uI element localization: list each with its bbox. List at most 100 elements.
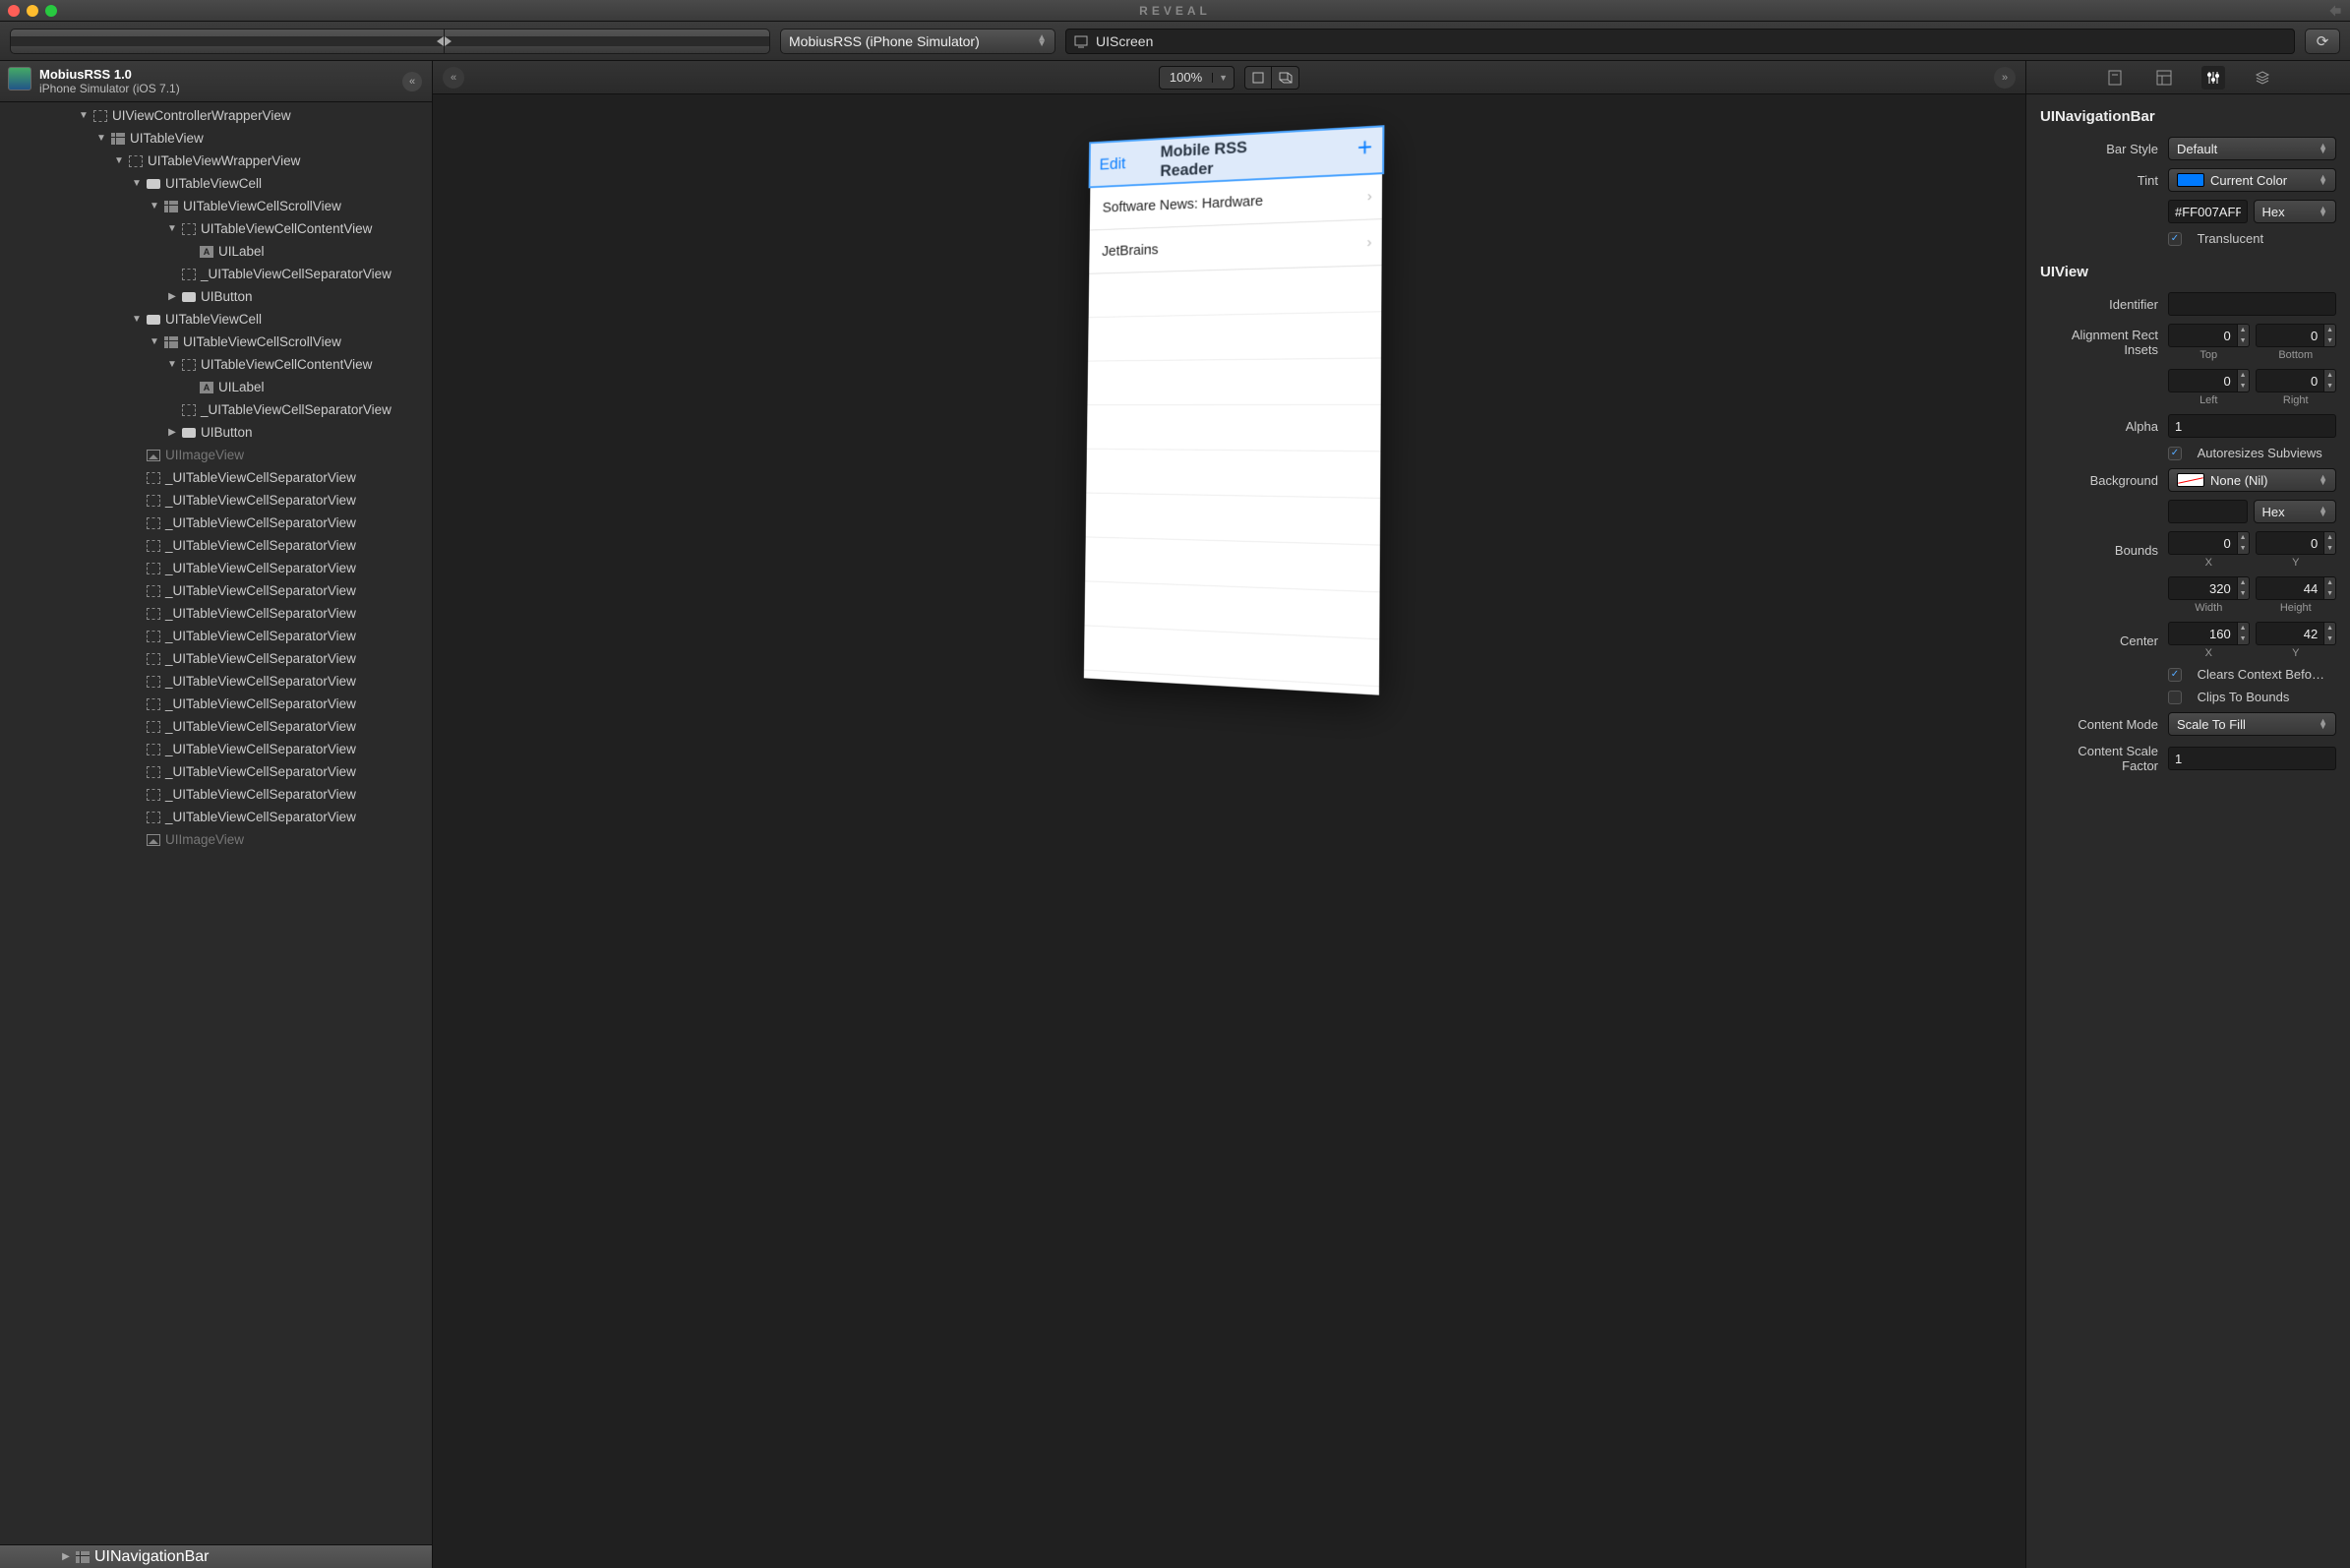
tree-row[interactable]: ▼UITableViewCellScrollView [0, 331, 432, 353]
tree-row[interactable]: _UITableViewCellSeparatorView [0, 398, 432, 421]
sim-navbar[interactable]: Edit Mobile RSS Reader + [1090, 127, 1382, 187]
bg-hex-format-select[interactable]: Hex▲▼ [2254, 500, 2337, 523]
inset-right-input[interactable] [2256, 369, 2325, 392]
disclosure-triangle-icon[interactable]: ▶ [61, 1551, 71, 1562]
tree-row[interactable]: _UITableViewCellSeparatorView [0, 715, 432, 738]
tree-row[interactable]: _UITableViewCellSeparatorView [0, 466, 432, 489]
tab-layout[interactable] [2152, 66, 2176, 90]
tree-row[interactable]: _UITableViewCellSeparatorView [0, 263, 432, 285]
tree-row[interactable]: _UITableViewCellSeparatorView [0, 738, 432, 760]
tree-row[interactable]: ▼UITableViewWrapperView [0, 150, 432, 172]
tree-row[interactable]: AUILabel [0, 376, 432, 398]
stepper[interactable]: ▲▼ [2324, 324, 2336, 347]
stepper[interactable]: ▲▼ [2324, 622, 2336, 645]
disclosure-triangle-icon[interactable]: ▼ [96, 133, 106, 144]
tree-row[interactable]: _UITableViewCellSeparatorView [0, 760, 432, 783]
autoresizes-checkbox[interactable]: ✓ [2168, 447, 2182, 460]
tree-row[interactable]: ▶UIButton [0, 421, 432, 444]
zoom-icon[interactable] [45, 5, 57, 17]
inset-bottom-input[interactable] [2256, 324, 2325, 347]
disclosure-triangle-icon[interactable]: ▼ [132, 314, 142, 325]
disclosure-triangle-icon[interactable]: ▼ [114, 155, 124, 166]
tab-attributes[interactable] [2201, 66, 2225, 90]
content-mode-select[interactable]: Scale To Fill▲▼ [2168, 712, 2336, 736]
stepper[interactable]: ▲▼ [2324, 369, 2336, 392]
hex-format-select[interactable]: Hex▲▼ [2254, 200, 2337, 223]
tree-row[interactable]: UIImageView [0, 444, 432, 466]
expand-left-button[interactable]: « [443, 67, 464, 89]
disclosure-triangle-icon[interactable]: ▼ [132, 178, 142, 189]
tab-identity[interactable] [2103, 66, 2127, 90]
tree-row[interactable]: _UITableViewCellSeparatorView [0, 693, 432, 715]
tree-row[interactable]: _UITableViewCellSeparatorView [0, 602, 432, 625]
tree-row[interactable]: ▼UIViewControllerWrapperView [0, 104, 432, 127]
clips-checkbox[interactable] [2168, 691, 2182, 704]
tree-row[interactable]: _UITableViewCellSeparatorView [0, 625, 432, 647]
back-button[interactable] [10, 29, 445, 54]
scale-factor-input[interactable] [2168, 747, 2336, 770]
tree-row[interactable]: _UITableViewCellSeparatorView [0, 512, 432, 534]
stepper[interactable]: ▲▼ [2238, 324, 2250, 347]
disclosure-triangle-icon[interactable]: ▼ [150, 336, 159, 347]
tree-row[interactable]: _UITableViewCellSeparatorView [0, 489, 432, 512]
forward-button[interactable] [445, 29, 770, 54]
stepper[interactable]: ▲▼ [2238, 369, 2250, 392]
tab-layers[interactable] [2251, 66, 2274, 90]
refresh-button[interactable]: ⟳ [2305, 29, 2340, 54]
tree-row[interactable]: _UITableViewCellSeparatorView [0, 534, 432, 557]
breadcrumb[interactable]: UIScreen [1065, 29, 2295, 54]
mode-2d-button[interactable] [1244, 66, 1272, 90]
tree-row[interactable]: _UITableViewCellSeparatorView [0, 670, 432, 693]
tree-row[interactable]: _UITableViewCellSeparatorView [0, 783, 432, 806]
stepper[interactable]: ▲▼ [2324, 531, 2336, 555]
stepper[interactable]: ▲▼ [2324, 576, 2336, 600]
stepper[interactable]: ▲▼ [2238, 622, 2250, 645]
bg-hex-input[interactable] [2168, 500, 2248, 523]
tree-row[interactable]: _UITableViewCellSeparatorView [0, 806, 432, 828]
target-selector[interactable]: MobiusRSS (iPhone Simulator) ▲▼ [780, 29, 1055, 54]
center-x-input[interactable] [2168, 622, 2238, 645]
tree-row[interactable]: UIImageView [0, 828, 432, 851]
tree-row[interactable]: ▼UITableViewCellContentView [0, 217, 432, 240]
tree-row[interactable]: _UITableViewCellSeparatorView [0, 557, 432, 579]
tree-row[interactable]: _UITableViewCellSeparatorView [0, 647, 432, 670]
tree-row[interactable]: ▶UIButton [0, 285, 432, 308]
bounds-w-input[interactable] [2168, 576, 2238, 600]
tree-row-selected[interactable]: ▶UINavigationBar [0, 1545, 432, 1568]
clears-checkbox[interactable]: ✓ [2168, 668, 2182, 682]
tree-row[interactable]: ▼UITableViewCellContentView [0, 353, 432, 376]
disclosure-triangle-icon[interactable]: ▶ [167, 291, 177, 302]
minimize-icon[interactable] [27, 5, 38, 17]
canvas[interactable]: Edit Mobile RSS Reader + Software News: … [433, 94, 2025, 1568]
stepper[interactable]: ▲▼ [2238, 576, 2250, 600]
inset-left-input[interactable] [2168, 369, 2238, 392]
tree-row[interactable]: ▼UITableView [0, 127, 432, 150]
bounds-h-input[interactable] [2256, 576, 2325, 600]
close-icon[interactable] [8, 5, 20, 17]
disclosure-triangle-icon[interactable]: ▶ [167, 427, 177, 438]
identifier-input[interactable] [2168, 292, 2336, 316]
expand-right-button[interactable]: » [1994, 67, 2016, 89]
disclosure-triangle-icon[interactable]: ▼ [167, 359, 177, 370]
tree-row[interactable]: _UITableViewCellSeparatorView [0, 579, 432, 602]
tint-select[interactable]: Current Color▲▼ [2168, 168, 2336, 192]
disclosure-triangle-icon[interactable]: ▼ [150, 201, 159, 211]
fullscreen-icon[interactable] [2328, 4, 2342, 18]
translucent-checkbox[interactable]: ✓ [2168, 232, 2182, 246]
tree-row[interactable]: ▼UITableViewCell [0, 172, 432, 195]
zoom-control[interactable]: 100% ▼ [1159, 66, 1235, 90]
bounds-x-input[interactable] [2168, 531, 2238, 555]
background-select[interactable]: None (Nil)▲▼ [2168, 468, 2336, 492]
stepper[interactable]: ▲▼ [2238, 531, 2250, 555]
center-y-input[interactable] [2256, 622, 2325, 645]
disclosure-triangle-icon[interactable]: ▼ [79, 110, 89, 121]
tree-row[interactable]: AUILabel [0, 240, 432, 263]
tree-row[interactable]: ▼UITableViewCellScrollView [0, 195, 432, 217]
tint-hex-input[interactable] [2168, 200, 2248, 223]
inset-top-input[interactable] [2168, 324, 2238, 347]
bar-style-select[interactable]: Default▲▼ [2168, 137, 2336, 160]
disclosure-triangle-icon[interactable]: ▼ [167, 223, 177, 234]
alpha-input[interactable] [2168, 414, 2336, 438]
bounds-y-input[interactable] [2256, 531, 2325, 555]
mode-3d-button[interactable] [1272, 66, 1299, 90]
